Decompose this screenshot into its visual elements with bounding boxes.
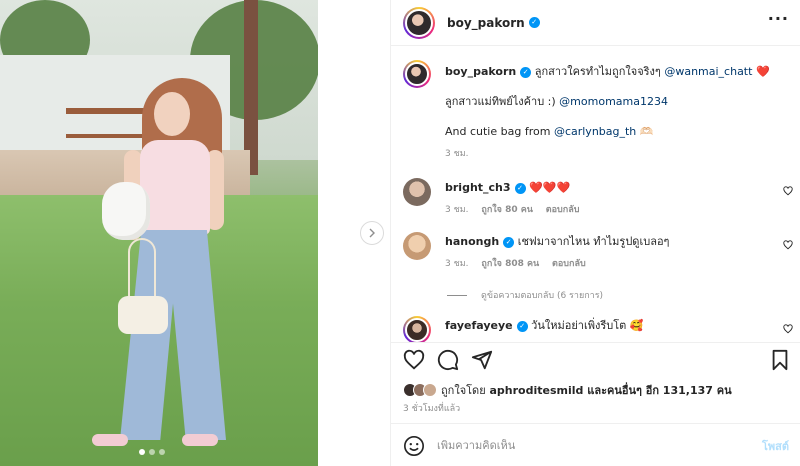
reply-button[interactable]: ตอบกลับ: [546, 205, 580, 215]
chevron-right-icon: [369, 228, 375, 238]
verified-badge-icon: ✓: [520, 66, 532, 78]
emoji-icon[interactable]: [403, 435, 425, 457]
photo-dog: [102, 182, 150, 240]
caption-mention[interactable]: @carlynbag_th: [554, 125, 636, 138]
comment-text: ❤️❤️❤️: [529, 181, 571, 194]
comment-time: 3 ชม.: [445, 205, 469, 215]
caption-meta: 3 ชม.: [445, 146, 770, 160]
comment-meta: 3 ชม. ถูกใจ 80 คน ตอบกลับ: [445, 202, 589, 216]
send-icon[interactable]: [471, 349, 493, 371]
post-photo[interactable]: [0, 0, 318, 466]
comments-list[interactable]: boy_pakorn ✓ ลูกสาวใครทำไมถูกใจจริงๆ @wan…: [391, 46, 800, 342]
caption: boy_pakorn ✓ ลูกสาวใครทำไมถูกใจจริงๆ @wan…: [403, 60, 770, 160]
carousel-dots: [139, 449, 165, 455]
commenter-avatar[interactable]: [403, 178, 431, 206]
photo-subject-top: [140, 140, 210, 235]
comment-like-heart-icon[interactable]: [783, 186, 793, 196]
photo-shoe: [182, 434, 218, 446]
post-timestamp[interactable]: 3 ชั่วโมงที่แล้ว: [403, 401, 460, 415]
likes-user[interactable]: aphroditesmild: [489, 384, 583, 397]
comment-item: bright_ch3 ✓ ❤️❤️❤️ 3 ชม. ถูกใจ 80 คน ตอบ…: [403, 178, 793, 216]
photo-pillar: [244, 0, 258, 175]
caption-text: And cutie bag from: [445, 125, 551, 138]
more-options-icon[interactable]: ···: [768, 11, 789, 27]
comment-username[interactable]: fayefayeye: [445, 319, 513, 332]
carousel-dot-active: [139, 449, 145, 455]
caption-mention[interactable]: @wanmai_chatt: [664, 65, 752, 78]
carousel-dot: [149, 449, 155, 455]
likes-suffix[interactable]: และคนอื่นๆ อีก 131,137 คน: [587, 384, 731, 397]
comment-input[interactable]: [437, 439, 762, 452]
post-header: boy_pakorn ✓ ···: [391, 0, 800, 46]
verified-badge-icon: ✓: [514, 182, 526, 194]
comment-item: hanongh ✓ เชฟมาจากไหน ทำไมรูปดูเบลอๆ 3 ชม…: [403, 232, 793, 270]
comment-text: วันใหม่อย่าเพิ่งรีบโต 🥰: [531, 319, 644, 332]
comment-item: fayefayeye ✓ วันใหม่อย่าเพิ่งรีบโต 🥰: [403, 316, 793, 342]
caption-text: ลูกสาวใครทำไมถูกใจจริงๆ: [534, 65, 661, 78]
bookmark-icon[interactable]: [769, 349, 791, 371]
post-actions: ถูกใจโดย aphroditesmild และคนอื่นๆ อีก 1…: [391, 342, 800, 466]
commenter-avatar[interactable]: [403, 232, 431, 260]
view-replies-dash: [447, 294, 467, 296]
view-replies-label: ดูข้อความตอบกลับ (6 รายการ): [481, 291, 604, 301]
comment-username[interactable]: bright_ch3: [445, 181, 511, 194]
comment-text: เชฟมาจากไหน ทำไมรูปดูเบลอๆ: [517, 235, 670, 248]
photo-bag-strap: [128, 238, 156, 300]
verified-badge-icon: ✓: [528, 17, 540, 28]
post-sidebar: boy_pakorn ✓ ··· boy_pakorn ✓ ลูกสาวใครทำ…: [390, 0, 800, 466]
caption-time: 3 ชม.: [445, 149, 469, 159]
caption-username[interactable]: boy_pakorn: [445, 65, 516, 78]
comment-like-heart-icon[interactable]: [783, 240, 793, 250]
post-modal: boy_pakorn ✓ ··· boy_pakorn ✓ ลูกสาวใครทำ…: [0, 0, 800, 466]
comment-likes[interactable]: ถูกใจ 80 คน: [481, 205, 533, 215]
photo-subject-face: [154, 92, 190, 136]
view-replies-button[interactable]: ดูข้อความตอบกลับ (6 รายการ): [447, 288, 603, 302]
comment-icon[interactable]: [437, 349, 459, 371]
carousel-dot: [159, 449, 165, 455]
photo-bag: [118, 296, 168, 334]
verified-badge-icon: ✓: [503, 236, 515, 248]
commenter-avatar[interactable]: [403, 316, 431, 342]
author-avatar[interactable]: [403, 6, 435, 39]
comment-like-heart-icon[interactable]: [783, 324, 793, 334]
comment-likes[interactable]: ถูกใจ 808 คน: [481, 259, 539, 269]
heart-emoji: ❤️: [755, 65, 770, 78]
next-photo-button[interactable]: [360, 221, 384, 245]
caption-text: ลูกสาวแม่ทิพย์ไงค้าบ :): [445, 95, 556, 108]
comment-time: 3 ชม.: [445, 259, 469, 269]
verified-badge-icon: ✓: [516, 320, 528, 332]
author-username[interactable]: boy_pakorn: [447, 16, 525, 30]
caption-mention[interactable]: @momomama1234: [559, 95, 668, 108]
likes-prefix: ถูกใจโดย: [441, 384, 486, 397]
reply-button[interactable]: ตอบกลับ: [552, 259, 586, 269]
liker-avatar: [423, 383, 437, 397]
photo-bench: [66, 108, 146, 138]
likes-summary[interactable]: ถูกใจโดย aphroditesmild และคนอื่นๆ อีก 1…: [403, 381, 732, 399]
hands-emoji: 🫶🏻: [639, 125, 654, 138]
comment-username[interactable]: hanongh: [445, 235, 499, 248]
caption-avatar[interactable]: [403, 60, 431, 88]
photo-shoe: [92, 434, 128, 446]
post-comment-button[interactable]: โพสต์: [762, 437, 789, 455]
heart-icon[interactable]: [403, 349, 425, 371]
add-comment-bar: โพสต์: [391, 423, 800, 466]
photo-gutter: [318, 0, 390, 466]
likes-text: ถูกใจโดย aphroditesmild และคนอื่นๆ อีก 1…: [441, 381, 732, 399]
comment-meta: 3 ชม. ถูกใจ 808 คน ตอบกลับ: [445, 256, 669, 270]
